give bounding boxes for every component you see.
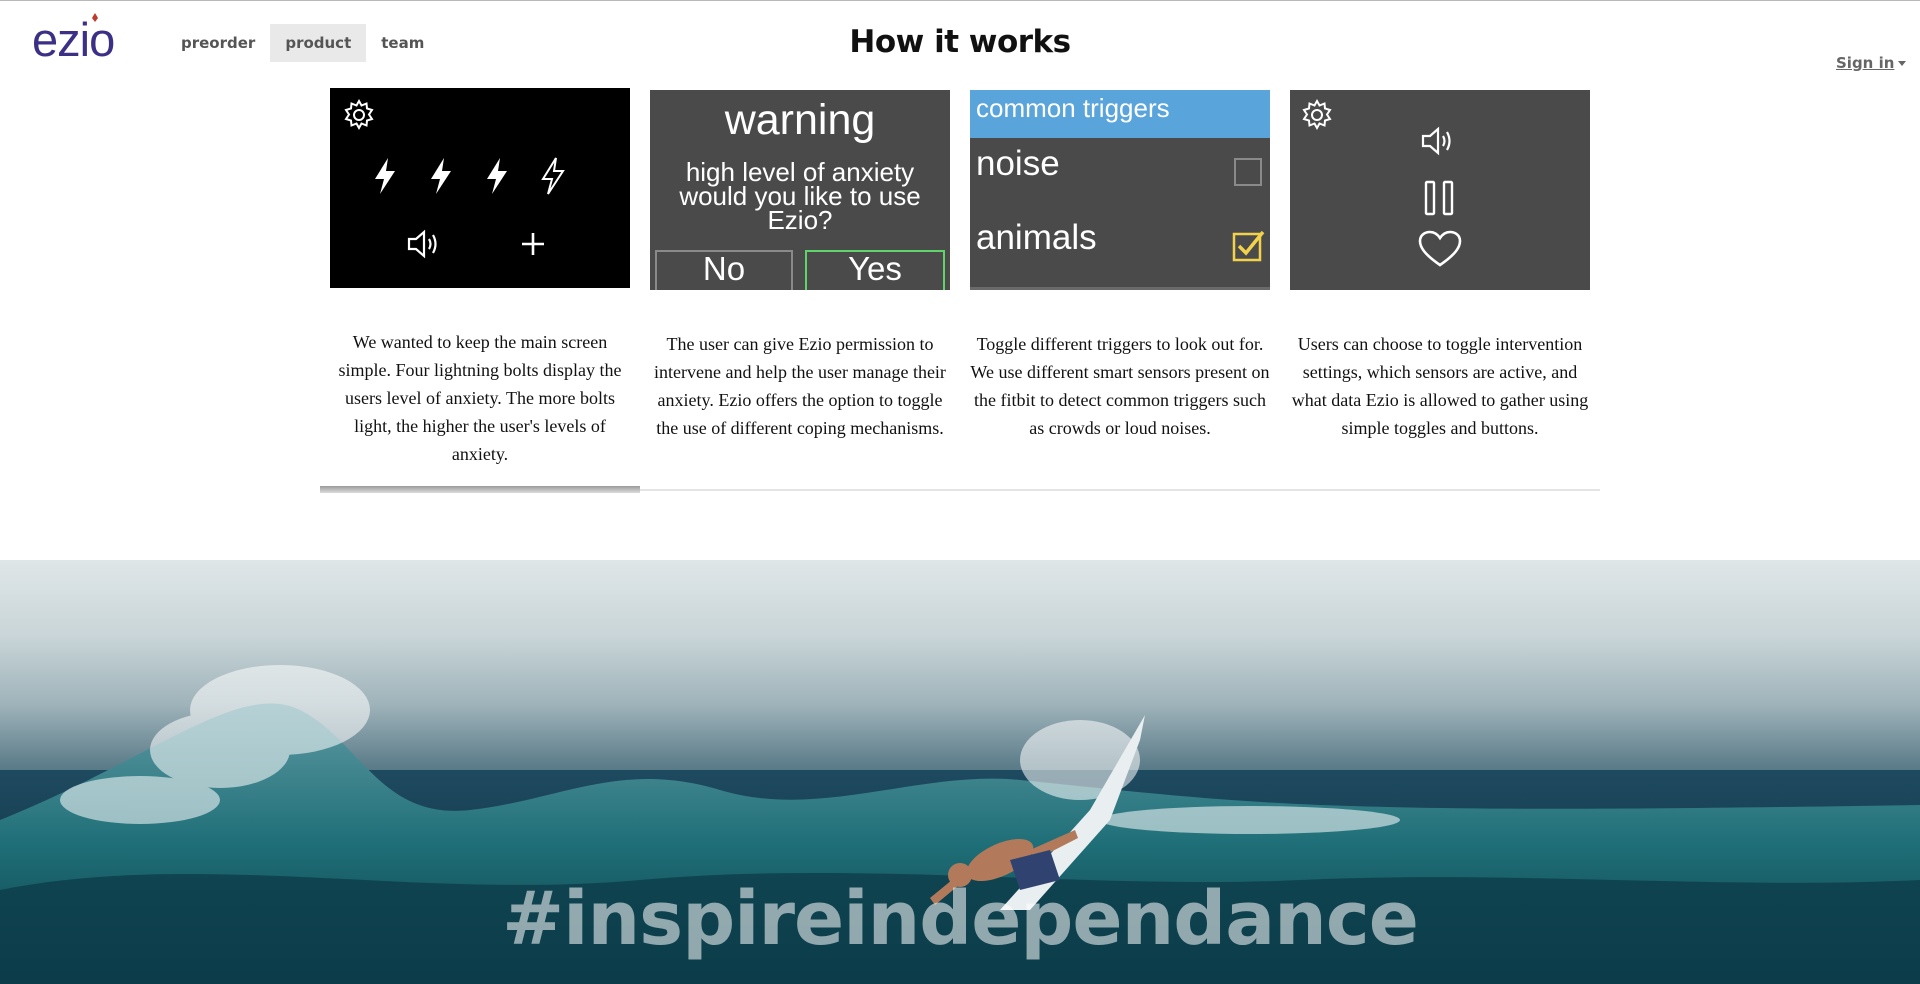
card-description: We wanted to keep the main screen simple…: [338, 332, 622, 464]
checkbox-unchecked: [1234, 158, 1262, 186]
trigger-label-noise: noise: [976, 144, 1060, 183]
card-description: Users can choose to toggle intervention …: [1291, 334, 1589, 438]
speaker-icon: [407, 229, 437, 259]
warning-message: high level of anxiety would you like to …: [660, 159, 940, 235]
carousel-active-indicator[interactable]: [320, 486, 640, 493]
sign-in-label[interactable]: Sign in: [1836, 54, 1894, 72]
bolt-icon: [375, 158, 395, 194]
card-description: The user can give Ezio permission to int…: [654, 334, 946, 438]
warning-message-line: Ezio?: [767, 205, 833, 235]
hero-banner-image: #inspireindependance: [0, 560, 1920, 984]
settings-screen-mockup: [1290, 90, 1590, 290]
bolt-icon: [487, 158, 507, 194]
bolt-outline-icon: [541, 157, 565, 195]
card-description: Toggle different triggers to look out fo…: [970, 334, 1270, 438]
heart-icon: [1418, 230, 1462, 267]
gear-icon: [344, 98, 374, 131]
page-title: How it works: [849, 24, 1071, 60]
hero-hashtag: #inspireindependance: [502, 876, 1419, 962]
caret-down-icon: [1898, 60, 1907, 66]
sign-in-link[interactable]: Sign in: [1836, 54, 1907, 72]
plus-icon: [522, 233, 544, 255]
warning-title: warning: [724, 96, 876, 144]
warning-screen-mockup: warning high level of anxiety would you …: [650, 90, 950, 290]
list-divider: [970, 287, 1270, 290]
no-button: No: [655, 250, 793, 290]
triggers-header: common triggers: [970, 90, 1270, 138]
trigger-label-animals: animals: [976, 218, 1097, 257]
bolt-icon: [431, 158, 451, 194]
main-screen-mockup: [330, 88, 630, 288]
triggers-screen-mockup: common triggers noise animals: [970, 90, 1270, 290]
yes-button: Yes: [805, 250, 945, 290]
checkbox-checked-icon: [1232, 230, 1265, 262]
logo-accent-icon: [92, 13, 98, 22]
speaker-icon: [1421, 126, 1451, 156]
gear-icon: [1302, 98, 1332, 131]
top-border: [0, 0, 1920, 1]
pause-icon: [1424, 180, 1454, 216]
